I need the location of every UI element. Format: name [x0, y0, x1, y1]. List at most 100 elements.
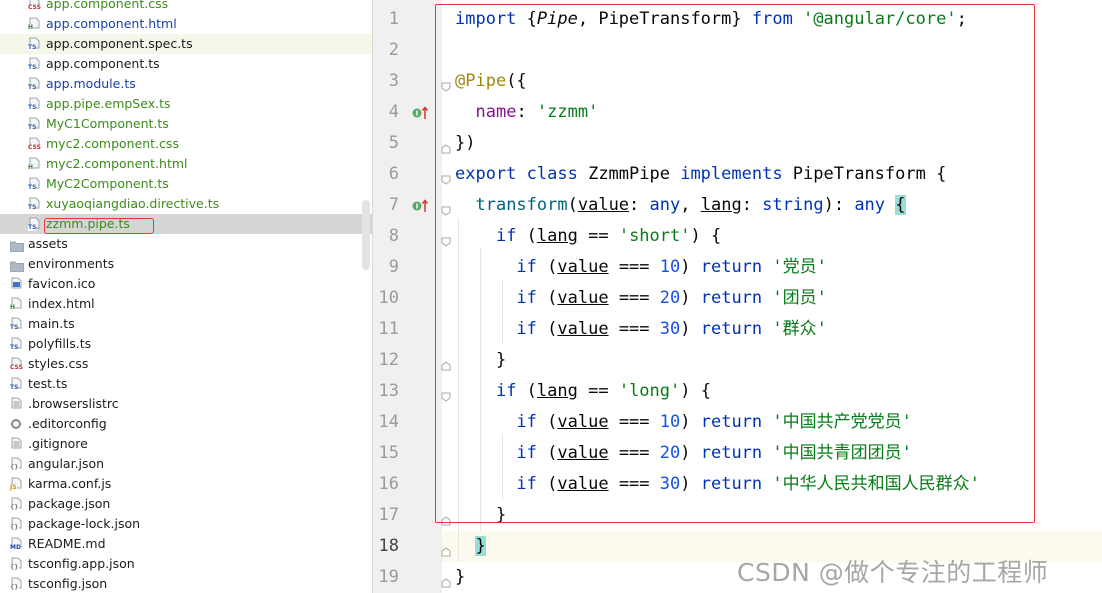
tree-file[interactable]: TS app.module.ts [0, 74, 372, 94]
tree-file[interactable]: MD README.md [0, 534, 372, 554]
line-number: 1 [388, 9, 399, 29]
line-number: 18 [378, 536, 399, 556]
html-file-icon: H [28, 157, 42, 171]
line-number: 11 [378, 319, 399, 339]
tree-file[interactable]: TS main.ts [0, 314, 372, 334]
json-file-icon: {} [10, 557, 24, 571]
markdown-file-icon: MD [10, 537, 24, 551]
watermark-text: CSDN @做个专注的工程师 [737, 558, 1049, 587]
tree-file[interactable]: {} angular.json [0, 454, 372, 474]
ts-file-icon: TS [10, 317, 24, 331]
tree-item-label: app.pipe.empSex.ts [46, 96, 171, 111]
text-file-icon [10, 437, 24, 451]
tree-item-label: polyfills.ts [28, 336, 92, 351]
json-file-icon: {} [10, 497, 24, 511]
ts-file-icon: TS [28, 57, 42, 71]
html-file-icon: H [28, 17, 42, 31]
ts-file-icon: TS [10, 337, 24, 351]
tree-file[interactable]: TS app.component.spec.ts [0, 34, 372, 54]
tree-file[interactable]: .browserslistrc [0, 394, 372, 414]
tree-file[interactable]: CSS app.component.css [0, 0, 372, 14]
tree-file[interactable]: TS test.ts [0, 374, 372, 394]
tree-file[interactable]: {} tsconfig.app.json [0, 554, 372, 574]
ts-file-icon: TS [10, 377, 24, 391]
tree-item-label: main.ts [28, 316, 75, 331]
tree-item-label: test.ts [28, 376, 68, 391]
tree-item-label: angular.json [28, 456, 105, 471]
folder-icon [10, 238, 24, 252]
tree-item-label: myc2.component.html [46, 156, 188, 171]
tree-item-label: .gitignore [28, 436, 88, 451]
tree-file[interactable]: {} package.json [0, 494, 372, 514]
tree-file[interactable]: .gitignore [0, 434, 372, 454]
folder-icon [10, 258, 24, 272]
css-file-icon: CSS [28, 137, 42, 151]
tree-file[interactable]: TS MyC1Component.ts [0, 114, 372, 134]
html-file-icon: H [10, 297, 24, 311]
line-number: 5 [388, 133, 399, 153]
tree-item-label: app.module.ts [46, 76, 136, 91]
image-file-icon [10, 277, 24, 291]
tree-file[interactable]: Happ.component.html [0, 14, 372, 34]
line-number: 2 [388, 40, 399, 60]
tree-file[interactable]: {} package-lock.json [0, 514, 372, 534]
tree-file[interactable]: TS MyC2Component.ts [0, 174, 372, 194]
tree-item-label: styles.css [28, 356, 89, 371]
line-number: 15 [378, 443, 399, 463]
ts-file-icon: TS [28, 97, 42, 111]
json-file-icon: {} [10, 577, 24, 591]
tree-file[interactable]: TS xuyaoqiangdiao.directive.ts [0, 194, 372, 214]
css-file-icon: CSS [28, 0, 42, 11]
ts-file-icon: TS [28, 77, 42, 91]
line-number: 14 [378, 412, 399, 432]
tree-item-label: karma.conf.js [28, 476, 112, 491]
tree-item-label: myc2.component.css [46, 136, 179, 151]
tree-folder[interactable]: assets [0, 234, 372, 254]
ts-test-file-icon: TS [28, 37, 42, 51]
tree-item-label: package-lock.json [28, 516, 141, 531]
line-number: 13 [378, 381, 399, 401]
code-line[interactable]: } [455, 562, 465, 593]
tree-file[interactable]: TS app.component.ts [0, 54, 372, 74]
project-tree-panel: CSS app.component.css Happ.component.html T… [0, 0, 372, 593]
tree-item-label: .browserslistrc [28, 396, 119, 411]
project-tree-scrollbar[interactable] [362, 200, 370, 270]
tree-item-label: app.component.ts [46, 56, 160, 71]
line-number: 7 [388, 195, 399, 215]
css-file-icon: CSS [10, 357, 24, 371]
js-file-icon: JS [10, 477, 24, 491]
tree-item-label: README.md [28, 536, 106, 551]
code-highlight-box [435, 4, 1035, 523]
tree-item-label: tsconfig.json [28, 576, 108, 591]
tree-item-label: favicon.ico [28, 276, 96, 291]
tree-file[interactable]: TS polyfills.ts [0, 334, 372, 354]
tree-file[interactable]: TS app.pipe.empSex.ts [0, 94, 372, 114]
fold-close-icon[interactable] [441, 573, 451, 588]
tree-file[interactable]: CSS myc2.component.css [0, 134, 372, 154]
implements-method-icon[interactable] [412, 105, 430, 119]
tree-file[interactable]: .editorconfig [0, 414, 372, 434]
tree-item-label: xuyaoqiangdiao.directive.ts [46, 196, 220, 211]
config-gear-icon [10, 417, 24, 431]
json-file-icon: {} [10, 517, 24, 531]
tree-file[interactable]: favicon.ico [0, 274, 372, 294]
line-number: 16 [378, 474, 399, 494]
text-file-icon [10, 397, 24, 411]
tree-file[interactable]: Hmyc2.component.html [0, 154, 372, 174]
line-number: 4 [388, 102, 399, 122]
line-number: 8 [388, 226, 399, 246]
tree-item-label: app.component.css [46, 0, 169, 11]
tree-file[interactable]: Hindex.html [0, 294, 372, 314]
fold-close-icon[interactable] [441, 542, 451, 557]
tree-folder[interactable]: environments [0, 254, 372, 274]
ts-file-icon: TS [28, 197, 42, 211]
ts-file-icon: TS [28, 117, 42, 131]
tree-file[interactable]: {} tsconfig.json [0, 574, 372, 593]
tree-item-label: app.component.spec.ts [46, 36, 193, 51]
selected-file-highlight-box [44, 218, 154, 234]
tree-file[interactable]: CSS styles.css [0, 354, 372, 374]
implements-method-icon[interactable] [412, 198, 430, 212]
line-number: 17 [378, 505, 399, 525]
tree-file[interactable]: JS karma.conf.js [0, 474, 372, 494]
code-line[interactable]: } [455, 531, 486, 562]
